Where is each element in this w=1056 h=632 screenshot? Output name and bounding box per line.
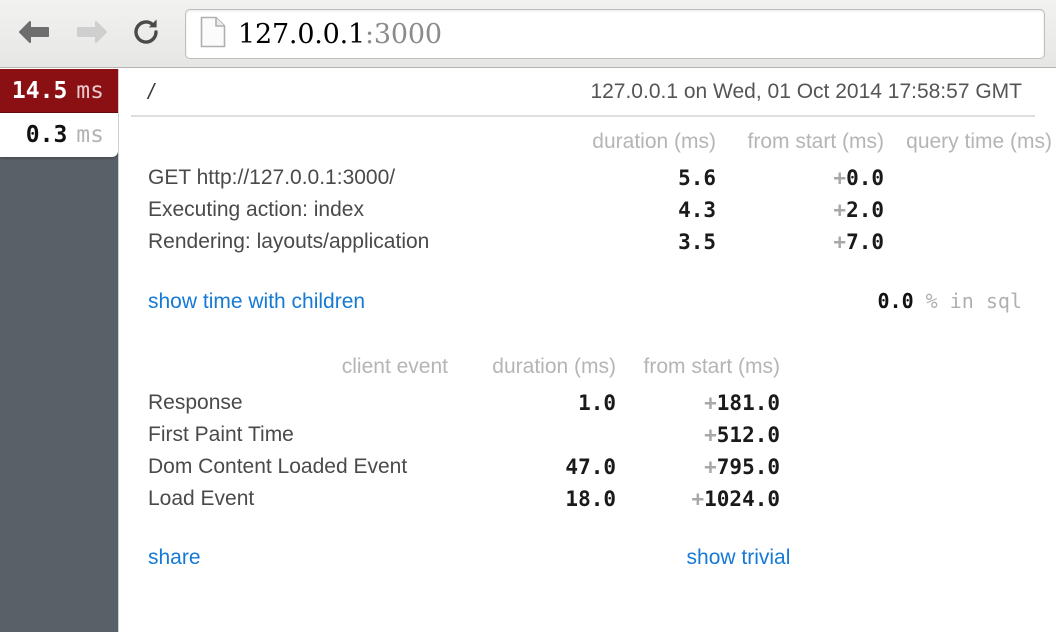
table-row[interactable]: GET http://127.0.0.1:3000/ 5.6 +0.0 xyxy=(148,162,1052,194)
plus-sign: + xyxy=(833,230,846,254)
server-row-from-start-value: 2.0 xyxy=(846,198,884,222)
address-bar-text: 127.0.0.1:3000 xyxy=(238,19,442,50)
server-col-duration: duration (ms) xyxy=(544,123,716,162)
server-row-duration: 4.3 xyxy=(544,194,716,226)
client-row-duration: 18.0 xyxy=(448,483,616,515)
show-time-with-children-link[interactable]: show time with children xyxy=(148,290,365,314)
server-row-from-start: +2.0 xyxy=(716,194,884,226)
client-row-label: Response xyxy=(148,387,448,419)
client-row-from-start: +795.0 xyxy=(616,451,780,483)
plus-sign: + xyxy=(704,391,717,415)
server-col-query-time: query time (ms) xyxy=(884,123,1052,162)
client-row-from-start: +1024.0 xyxy=(616,483,780,515)
server-row-query-time xyxy=(884,194,1052,226)
table-row[interactable]: Load Event 18.0 +1024.0 xyxy=(148,483,780,515)
sql-percentage-label: % in sql xyxy=(926,289,1022,313)
client-row-label: First Paint Time xyxy=(148,419,448,451)
client-row-from-start: +512.0 xyxy=(616,419,780,451)
client-timings-table: client event duration (ms) from start (m… xyxy=(148,348,780,515)
server-row-from-start-value: 7.0 xyxy=(846,230,884,254)
address-bar[interactable]: 127.0.0.1:3000 xyxy=(185,9,1045,59)
server-row-from-start: +7.0 xyxy=(716,226,884,258)
client-row-from-start-value: 181.0 xyxy=(717,391,780,415)
profiler-footer-actions: share show trivial xyxy=(119,515,1056,570)
profiler-gutter: 14.5 ms 0.3 ms xyxy=(0,69,118,632)
header-divider xyxy=(131,115,1035,117)
share-link[interactable]: share xyxy=(148,546,201,570)
request-origin-timestamp: 127.0.0.1 on Wed, 01 Oct 2014 17:58:57 G… xyxy=(590,80,1022,104)
forward-button[interactable] xyxy=(68,10,116,58)
server-col-from-start: from start (ms) xyxy=(716,123,884,162)
sql-percentage-value: 0.0 xyxy=(878,289,914,313)
profiler-panel-header: / 127.0.0.1 on Wed, 01 Oct 2014 17:58:57… xyxy=(119,69,1056,115)
server-row-query-time xyxy=(884,226,1052,258)
table-row[interactable]: Response 1.0 +181.0 xyxy=(148,387,780,419)
profiler-total-time-value: 14.5 xyxy=(12,78,67,104)
plus-sign: + xyxy=(833,198,846,222)
server-row-duration: 3.5 xyxy=(544,226,716,258)
client-col-duration: duration (ms) xyxy=(448,348,616,387)
page-title: / xyxy=(148,79,154,105)
plus-sign: + xyxy=(833,166,846,190)
server-table-actions: show time with children 0.0 % in sql xyxy=(119,258,1056,314)
table-row[interactable]: Dom Content Loaded Event 47.0 +795.0 xyxy=(148,451,780,483)
arrow-left-icon xyxy=(17,19,51,50)
profiler-secondary-time-unit: ms xyxy=(76,122,104,148)
profiler-secondary-time-badge[interactable]: 0.3 ms xyxy=(0,113,118,157)
url-port: :3000 xyxy=(365,19,442,50)
profiler-secondary-time-value: 0.3 xyxy=(26,122,68,148)
document-icon xyxy=(200,16,226,53)
server-row-label: Executing action: index xyxy=(148,194,544,226)
client-timings-header-row: client event duration (ms) from start (m… xyxy=(148,348,780,387)
server-row-from-start-value: 0.0 xyxy=(846,166,884,190)
client-row-from-start-value: 1024.0 xyxy=(704,487,780,511)
server-timings-header-row: duration (ms) from start (ms) query time… xyxy=(148,123,1052,162)
profiler-total-time-badge[interactable]: 14.5 ms xyxy=(0,69,118,113)
client-col-from-start: from start (ms) xyxy=(616,348,780,387)
arrow-right-icon xyxy=(75,19,109,50)
server-col-label xyxy=(148,123,544,162)
sql-percentage-summary: 0.0 % in sql xyxy=(878,289,1023,313)
reload-icon xyxy=(130,16,162,53)
plus-sign: + xyxy=(691,487,704,511)
client-row-duration: 1.0 xyxy=(448,387,616,419)
client-row-duration: 47.0 xyxy=(448,451,616,483)
server-row-label: Rendering: layouts/application xyxy=(148,226,544,258)
client-timings-section: client event duration (ms) from start (m… xyxy=(119,348,1056,515)
client-row-duration xyxy=(448,419,616,451)
client-row-from-start: +181.0 xyxy=(616,387,780,419)
client-row-from-start-value: 795.0 xyxy=(717,455,780,479)
reload-button[interactable] xyxy=(122,10,170,58)
client-row-label: Dom Content Loaded Event xyxy=(148,451,448,483)
show-trivial-link[interactable]: show trivial xyxy=(687,546,791,570)
server-row-duration: 5.6 xyxy=(544,162,716,194)
back-button[interactable] xyxy=(10,10,58,58)
server-row-from-start: +0.0 xyxy=(716,162,884,194)
client-row-from-start-value: 512.0 xyxy=(717,423,780,447)
browser-toolbar: 127.0.0.1:3000 xyxy=(0,0,1056,68)
server-row-label: GET http://127.0.0.1:3000/ xyxy=(148,162,544,194)
client-col-event: client event xyxy=(148,348,448,387)
server-timings-table: duration (ms) from start (ms) query time… xyxy=(148,123,1052,258)
plus-sign: + xyxy=(704,455,717,479)
server-timings-section: duration (ms) from start (ms) query time… xyxy=(119,123,1056,258)
profiler-total-time-unit: ms xyxy=(76,78,104,104)
table-row[interactable]: First Paint Time +512.0 xyxy=(148,419,780,451)
table-row[interactable]: Executing action: index 4.3 +2.0 xyxy=(148,194,1052,226)
table-row[interactable]: Rendering: layouts/application 3.5 +7.0 xyxy=(148,226,1052,258)
url-host: 127.0.0.1 xyxy=(238,19,365,50)
plus-sign: + xyxy=(704,423,717,447)
profiler-panel: / 127.0.0.1 on Wed, 01 Oct 2014 17:58:57… xyxy=(118,69,1056,632)
client-row-label: Load Event xyxy=(148,483,448,515)
server-row-query-time xyxy=(884,162,1052,194)
